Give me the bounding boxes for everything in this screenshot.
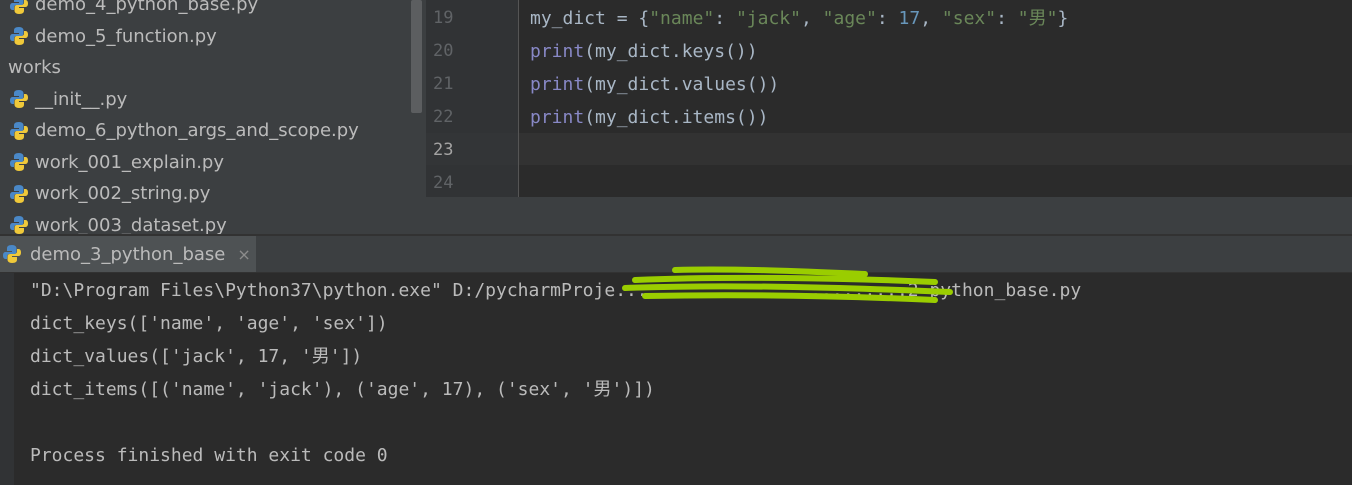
code-token: my_dict = { [530, 8, 650, 29]
current-line-highlight [519, 133, 1352, 165]
code-editor[interactable]: 19 20 21 22 23 24 my_dict = {"name": "jack", … [426, 0, 1352, 234]
tree-item-label: work_003_dataset.py [35, 214, 227, 235]
console-gutter [0, 273, 14, 485]
tree-scrollbar[interactable] [411, 0, 422, 113]
line-number: 20 [433, 41, 454, 61]
code-token: (my_dict.values()) [584, 74, 780, 95]
code-token: print [530, 41, 585, 62]
python-file-icon [10, 0, 28, 14]
python-run-icon [3, 245, 21, 263]
code-token: , [920, 8, 942, 29]
code-token: (my_dict.items()) [584, 107, 769, 128]
tree-folder[interactable]: works [8, 52, 61, 83]
console-output-line: dict_values(['jack', 17, '男']) [30, 346, 363, 367]
tree-item-label: work_002_string.py [35, 183, 211, 204]
tree-item-label: works [8, 57, 61, 78]
python-file-icon [10, 184, 28, 203]
line-number: 19 [433, 8, 454, 28]
run-tab[interactable]: demo_3_python_base × [0, 236, 256, 272]
tree-file[interactable]: demo_5_function.py [9, 21, 217, 52]
console-output-line: Process finished with exit code 0 [30, 445, 388, 466]
line-number: 22 [433, 107, 454, 127]
code-line: print(my_dict.keys()) [530, 35, 758, 68]
python-file-icon [10, 27, 28, 45]
python-file-icon [10, 216, 28, 234]
code-token: : [876, 8, 899, 29]
console-output-line: dict_items([('name', 'jack'), ('age', 17… [30, 379, 655, 400]
editor-bottom-strip [426, 197, 1352, 234]
tree-file[interactable]: demo_6_python_args_and_scope.py [9, 115, 359, 146]
line-number: 23 [433, 140, 454, 160]
code-token: (my_dict.keys()) [584, 41, 758, 62]
tree-item-label: __init__.py [35, 88, 128, 110]
close-icon[interactable]: × [237, 245, 250, 264]
tree-file[interactable]: work_003_dataset.py [9, 210, 227, 235]
code-token: "age" [822, 8, 877, 29]
code-token: "sex" [941, 8, 997, 29]
code-token: : [996, 8, 1018, 29]
tree-file[interactable]: work_002_string.py [9, 178, 210, 209]
code-token: : [714, 8, 736, 29]
code-token: "jack" [735, 8, 801, 29]
line-number: 24 [433, 173, 454, 193]
python-file-icon [10, 121, 28, 140]
code-token: 17 [898, 8, 921, 29]
code-token: print [530, 74, 585, 95]
tree-item-label: demo_6_python_args_and_scope.py [35, 120, 359, 141]
redaction-scribble [622, 266, 953, 303]
line-number: 21 [433, 74, 454, 94]
run-tab-label: demo_3_python_base [30, 243, 226, 265]
tree-file[interactable]: work_001_explain.py [9, 147, 224, 178]
console-output-line: dict_keys(['name', 'age', 'sex']) [30, 313, 388, 334]
code-line: print(my_dict.items()) [530, 101, 768, 134]
code-token: print [530, 107, 585, 128]
gutter-separator [518, 0, 519, 197]
code-token: "男" [1017, 8, 1058, 29]
python-file-icon [10, 90, 28, 108]
project-tree: demo_4_python_base.py demo_5_function.pyw… [0, 0, 426, 234]
tree-item-label: demo_4_python_base.py [35, 0, 259, 15]
tree-file[interactable]: demo_4_python_base.py [9, 0, 258, 20]
code-token: , [800, 8, 823, 29]
code-token: "name" [649, 8, 715, 29]
tree-file[interactable]: __init__.py [9, 84, 127, 115]
code-token: } [1057, 8, 1069, 29]
tree-item-label: work_001_explain.py [35, 151, 224, 173]
code-line: my_dict = {"name": "jack", "age": 17, "s… [530, 2, 1068, 35]
python-file-icon [10, 153, 28, 171]
code-line: print(my_dict.values()) [530, 68, 779, 101]
tree-item-label: demo_5_function.py [35, 25, 217, 47]
